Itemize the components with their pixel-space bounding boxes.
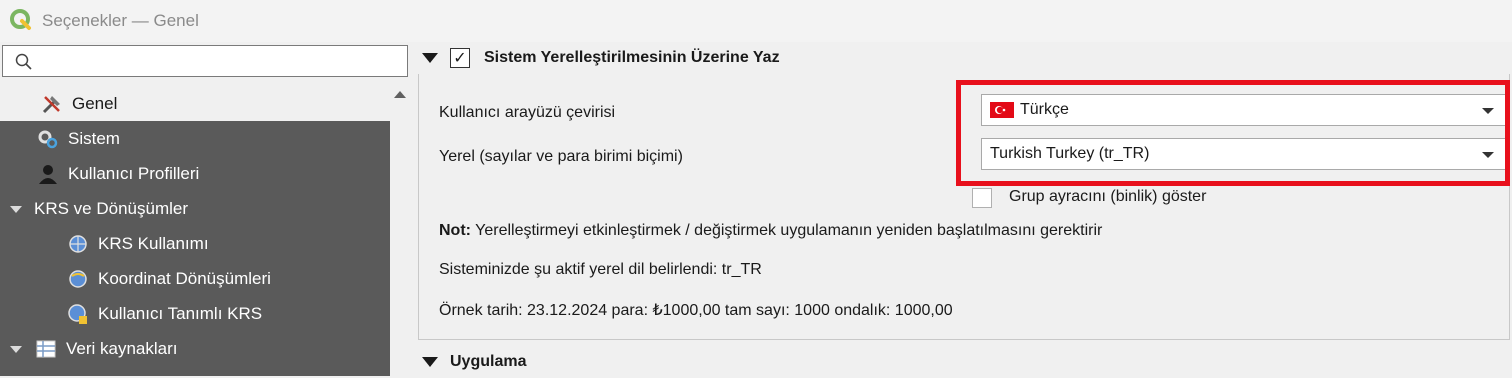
note-text: Yerelleştirmeyi etkinleştirmek / değişti… [470, 222, 1103, 239]
globe-transform-icon [66, 267, 90, 291]
application-group-header[interactable]: Uygulama [410, 346, 1512, 378]
options-tree: Genel Sistem Kullanıcı Profilleri KRS ve… [0, 86, 390, 376]
hammer-wrench-icon [40, 92, 64, 116]
sidebar-scrollbar[interactable] [390, 86, 410, 376]
expand-arrow-icon[interactable] [10, 206, 22, 213]
sidebar-item-label: Genel [72, 93, 118, 113]
system-gears-icon [36, 127, 60, 151]
user-profile-icon [36, 162, 60, 186]
locale-sample-text: Örnek tarih: 23.12.2024 para: ₺1000,00 t… [439, 302, 953, 319]
sidebar-item-genel[interactable]: Genel [40, 86, 117, 121]
locale-group-header[interactable]: ✓ Sistem Yerelleştirilmesinin Üzerine Ya… [410, 42, 1512, 74]
override-locale-checkbox[interactable]: ✓ [450, 48, 470, 68]
sidebar-item-label: Sistem [68, 128, 120, 148]
restart-note: Not: Yerelleştirmeyi etkinleştirmek / de… [439, 222, 1102, 240]
title-bar: Seçenekler — Genel [0, 0, 1512, 42]
table-icon [34, 337, 58, 361]
sidebar-item-veri-kaynaklari[interactable]: Veri kaynakları [10, 331, 178, 366]
sidebar-item-label: KRS ve Dönüşümler [34, 198, 189, 218]
sidebar: Genel Sistem Kullanıcı Profilleri KRS ve… [0, 42, 410, 376]
locale-group-title: Sistem Yerelleştirilmesinin Üzerine Yaz [484, 49, 780, 66]
sidebar-item-label: Kullanıcı Tanımlı KRS [98, 303, 263, 323]
application-group-title: Uygulama [450, 353, 527, 370]
sidebar-item-kullanici-tanimli-krs[interactable]: Kullanıcı Tanımlı KRS [66, 296, 262, 331]
group-separator-checkbox[interactable] [972, 188, 992, 208]
globe-user-icon [66, 302, 90, 326]
note-bold-label: Not: [439, 222, 471, 239]
sidebar-item-label: KRS Kullanımı [98, 233, 209, 253]
sidebar-item-label: Kullanıcı Profilleri [68, 163, 200, 183]
sidebar-item-label: Koordinat Dönüşümleri [98, 268, 271, 288]
scroll-up-arrow-icon[interactable] [394, 91, 406, 98]
window-title: Seçenekler — Genel [42, 11, 199, 30]
search-icon [15, 53, 32, 70]
locale-label: Yerel (sayılar ve para birimi biçimi) [439, 148, 683, 165]
group-separator-label: Grup ayracını (binlik) göster [1009, 188, 1207, 205]
sidebar-item-krs-kullanimi[interactable]: KRS Kullanımı [66, 226, 209, 261]
qgis-logo-icon [10, 9, 31, 30]
sidebar-item-koordinat-donusumleri[interactable]: Koordinat Dönüşümleri [66, 261, 271, 296]
collapse-caret-icon[interactable] [422, 357, 438, 367]
collapse-caret-icon[interactable] [422, 53, 438, 63]
ui-translation-label: Kullanıcı arayüzü çevirisi [439, 104, 616, 121]
highlight-annotation-box [956, 80, 1510, 186]
sidebar-item-label: Veri kaynakları [66, 338, 178, 358]
search-input[interactable] [2, 45, 408, 77]
sidebar-item-krs-ve-donusumler[interactable]: KRS ve Dönüşümler [10, 191, 188, 226]
sidebar-item-kullanici-profilleri[interactable]: Kullanıcı Profilleri [36, 156, 199, 191]
expand-arrow-icon[interactable] [10, 346, 22, 353]
globe-icon [66, 232, 90, 256]
detected-locale-text: Sisteminizde şu aktif yerel dil belirlen… [439, 261, 762, 278]
sidebar-item-sistem[interactable]: Sistem [36, 121, 120, 156]
